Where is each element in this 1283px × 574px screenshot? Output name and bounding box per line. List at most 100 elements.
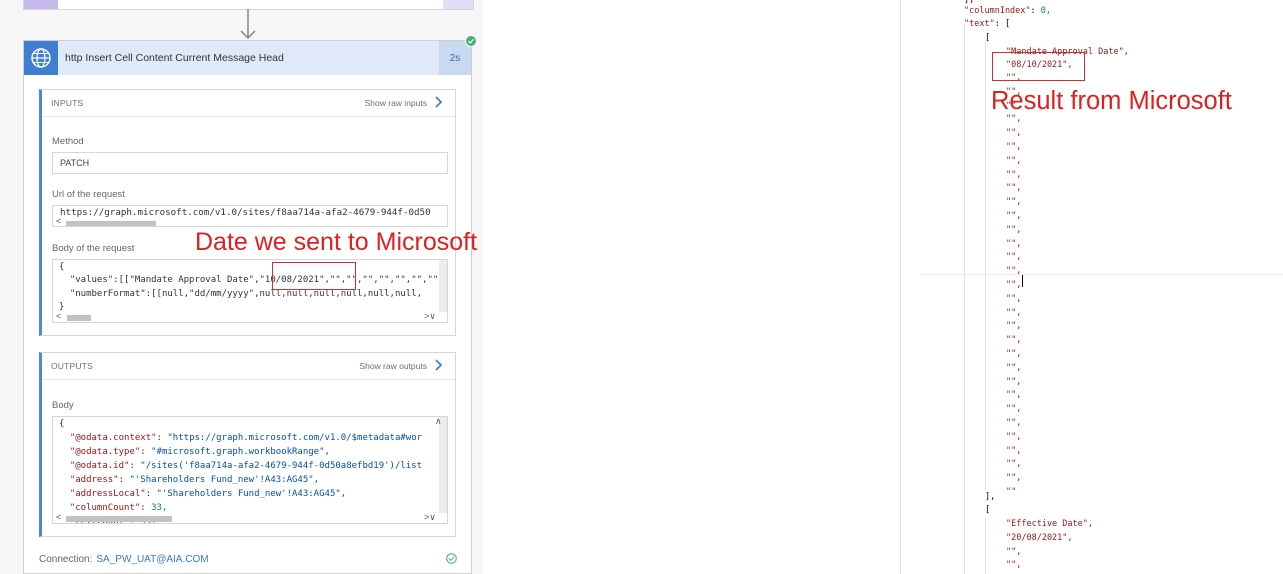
- body-horizontal-scrollbar[interactable]: [67, 315, 91, 321]
- response-json-line: {: [59, 417, 64, 431]
- json-separator: :: [145, 489, 157, 499]
- json-string: "",: [1006, 266, 1022, 277]
- json-string: "",: [1006, 362, 1022, 373]
- json-string: "",: [1006, 459, 1022, 470]
- json-separator: :: [129, 461, 141, 471]
- json-empty-line: "",: [1006, 558, 1021, 572]
- method-label: Method: [52, 136, 84, 147]
- json-value: 0,: [1040, 6, 1052, 16]
- json-string: "",: [1006, 431, 1022, 442]
- json-empty-line: "",: [1006, 278, 1021, 292]
- json-string: "",: [1006, 404, 1022, 415]
- show-raw-outputs-link[interactable]: Show raw outputs: [359, 361, 427, 371]
- scroll-left-icon[interactable]: <: [56, 311, 61, 321]
- url-field[interactable]: https://graph.microsoft.com/v1.0/sites/f…: [52, 205, 448, 227]
- connection-label: Connection:: [39, 554, 93, 565]
- json-string: "20/08/2021",: [1006, 533, 1073, 543]
- action-card-header[interactable]: http Insert Cell Content Current Message…: [24, 41, 471, 75]
- json-token: ],: [985, 492, 996, 502]
- scroll-left-icon[interactable]: <: [56, 512, 61, 522]
- inputs-title: INPUTS: [51, 98, 84, 108]
- scroll-up-icon[interactable]: ∧: [435, 417, 442, 427]
- body-line-2: "values":[["Mandate Approval Date","10/0…: [59, 275, 448, 285]
- json-empty-line: "",: [1006, 223, 1021, 237]
- connection-account-link[interactable]: SA_PW_UAT@AIA.COM: [96, 554, 208, 565]
- json-string: "",: [1006, 445, 1022, 456]
- chevron-right-icon[interactable]: [432, 95, 444, 109]
- json-string: "",: [1006, 321, 1022, 332]
- json-value: 33,: [151, 503, 168, 513]
- connection-info: Connection: SA_PW_UAT@AIA.COM: [39, 554, 209, 565]
- json-string: "",: [1006, 224, 1022, 235]
- json-empty-line: "",: [1006, 375, 1021, 389]
- outputs-title: OUTPUTS: [51, 361, 94, 371]
- json-separator: :: [140, 503, 152, 513]
- json-string: "",: [1006, 560, 1022, 570]
- json-token: [: [1004, 19, 1011, 29]
- inputs-section: INPUTS Show raw inputs Method PATCH Url …: [39, 89, 456, 336]
- json-token: [: [985, 33, 991, 43]
- json-empty-line: "",: [1006, 388, 1021, 402]
- json-key: "text": [964, 19, 995, 29]
- json-token: [: [985, 505, 991, 515]
- response-vertical-scrollbar[interactable]: [439, 417, 447, 513]
- json-value: "#microsoft.graph.workbookRange",: [151, 447, 330, 457]
- json-line: [: [985, 503, 990, 517]
- json-empty-line: "",: [1006, 430, 1021, 444]
- method-field[interactable]: PATCH: [52, 152, 448, 174]
- json-value: "https://graph.microsoft.com/v1.0/$metad…: [167, 433, 423, 443]
- json-string: "",: [1006, 280, 1022, 290]
- outputs-section: OUTPUTS Show raw outputs Body { "@odata.…: [39, 352, 456, 537]
- globe-icon: [31, 48, 51, 68]
- json-key: "@odata.type": [59, 447, 141, 457]
- show-raw-inputs-link[interactable]: Show raw inputs: [365, 98, 427, 108]
- chevron-right-icon[interactable]: [432, 358, 444, 372]
- json-key: "@odata.id": [59, 461, 130, 471]
- json-line: "20/08/2021",: [1006, 531, 1073, 545]
- scroll-left-icon[interactable]: <: [56, 216, 61, 226]
- response-json-line: "@odata.id": "/sites('f8aa714a-afa2-4679…: [59, 459, 422, 473]
- indent-guide: [985, 40, 986, 490]
- response-horizontal-scrollbar[interactable]: [66, 516, 172, 522]
- result-date-highlight: [992, 52, 1085, 81]
- json-separator: :: [156, 433, 168, 443]
- json-empty-line: "",: [1006, 140, 1021, 154]
- response-json-line: "columnCount": 33,: [59, 501, 168, 515]
- json-string: "",: [1006, 142, 1022, 152]
- http-action-icon-box: [24, 41, 58, 75]
- previous-action-icon-area: [24, 0, 58, 9]
- json-string: "",: [1006, 197, 1022, 208]
- json-line: [: [985, 31, 990, 45]
- json-string: "",: [1006, 183, 1022, 194]
- json-empty-line: "",: [1006, 306, 1021, 320]
- scroll-right-down-icon[interactable]: >∨: [424, 512, 436, 523]
- scroll-right-down-icon[interactable]: >∨: [424, 311, 436, 322]
- json-empty-line: "",: [1006, 319, 1021, 333]
- active-line-highlight: [920, 274, 1283, 275]
- json-empty-line: "",: [1006, 264, 1021, 278]
- inputs-header: INPUTS Show raw inputs: [42, 90, 455, 117]
- success-check-icon: [465, 35, 477, 47]
- sent-date-annotation: Date we sent to Microsoft: [195, 228, 478, 256]
- request-body-field[interactable]: { "values":[["Mandate Approval Date","10…: [52, 259, 448, 323]
- json-string: "",: [1006, 376, 1022, 387]
- json-line: "text": [: [964, 17, 1010, 31]
- url-horizontal-scrollbar[interactable]: [66, 221, 156, 226]
- json-string: "",: [1006, 238, 1022, 249]
- response-json-line: "@odata.context": "https://graph.microso…: [59, 431, 422, 445]
- json-empty-line: "": [1006, 485, 1016, 499]
- json-string: "",: [1006, 307, 1022, 318]
- json-line: "Effective Date",: [1006, 517, 1093, 531]
- body-label: Body: [52, 400, 74, 411]
- json-string: "",: [1006, 155, 1022, 166]
- json-line: ],: [985, 490, 995, 504]
- response-body-field[interactable]: { "@odata.context": "https://graph.micro…: [52, 416, 448, 524]
- json-key: "columnCount": [59, 503, 141, 513]
- url-label: Url of the request: [52, 189, 125, 200]
- body-line-3: "numberFormat":[[null,"dd/mm/yyyy",null,…: [59, 289, 423, 299]
- body-vertical-scrollbar[interactable]: [439, 260, 447, 312]
- json-empty-line: "",: [1006, 545, 1021, 559]
- json-string: "",: [1006, 349, 1022, 359]
- json-string: "",: [1006, 390, 1022, 401]
- json-empty-line: "",: [1006, 181, 1021, 195]
